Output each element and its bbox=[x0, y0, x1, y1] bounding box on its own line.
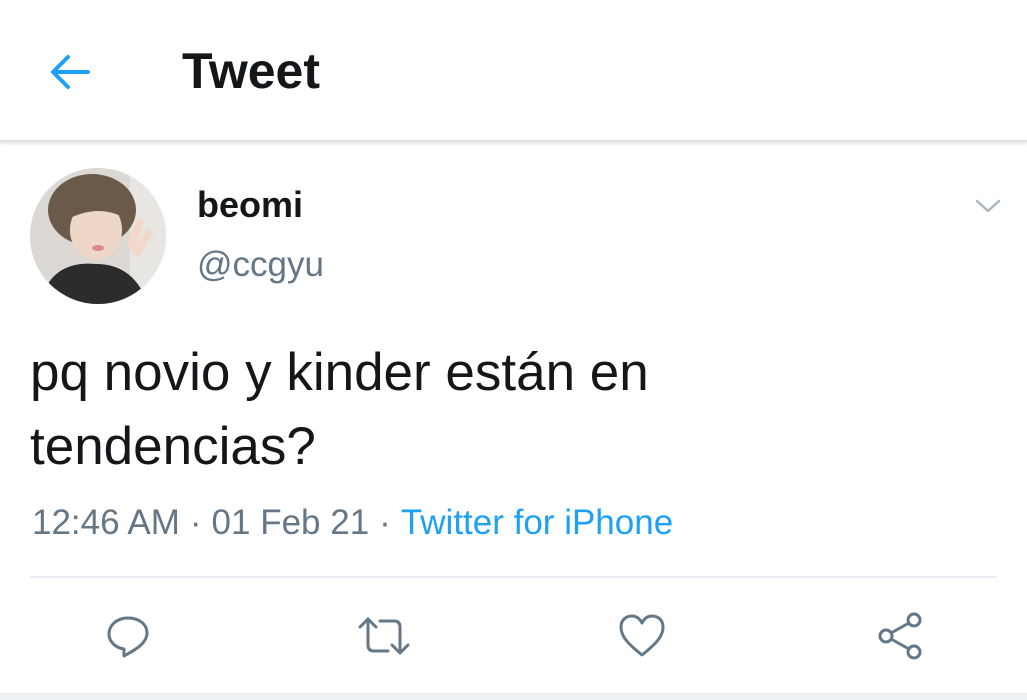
avatar[interactable] bbox=[30, 168, 166, 304]
heart-icon bbox=[619, 614, 665, 657]
like-button[interactable] bbox=[614, 610, 670, 662]
tweet-text-line-2: tendencias? bbox=[30, 417, 316, 476]
share-icon bbox=[878, 612, 922, 660]
tweet-date: 01 Feb 21 bbox=[211, 503, 370, 542]
share-button[interactable] bbox=[872, 610, 928, 662]
reply-icon bbox=[107, 616, 149, 658]
meta-separator: · bbox=[379, 503, 391, 542]
meta-separator: · bbox=[189, 503, 202, 542]
arrow-left-icon bbox=[51, 55, 90, 89]
tweet-time: 12:46 AM bbox=[32, 503, 180, 542]
tweet-meta: 12:46 AM · 01 Feb 21 · Twitter for iPhone bbox=[32, 500, 673, 546]
page-title: Tweet bbox=[182, 43, 320, 99]
profile-photo bbox=[30, 168, 166, 304]
retweet-icon bbox=[358, 617, 410, 655]
display-name[interactable]: beomi bbox=[197, 183, 303, 227]
tweet-options-button[interactable] bbox=[968, 190, 1008, 222]
chevron-down-icon bbox=[975, 199, 1001, 213]
retweet-button[interactable] bbox=[356, 610, 412, 662]
tweet-text: pq novio y kinder están en tendencias? bbox=[30, 336, 990, 484]
bottom-separator bbox=[0, 693, 1027, 700]
top-app-bar: Tweet bbox=[0, 0, 1027, 142]
back-button[interactable] bbox=[40, 48, 100, 96]
divider bbox=[30, 576, 997, 578]
username-handle[interactable]: @ccgyu bbox=[197, 243, 324, 287]
reply-button[interactable] bbox=[100, 610, 156, 662]
tweet-detail-screen: Tweet beomi @ccgyu pq novio y kinder est… bbox=[0, 0, 1027, 700]
tweet-text-line-1: pq novio y kinder están en bbox=[30, 343, 649, 402]
tweet-source-link[interactable]: Twitter for iPhone bbox=[401, 503, 673, 542]
